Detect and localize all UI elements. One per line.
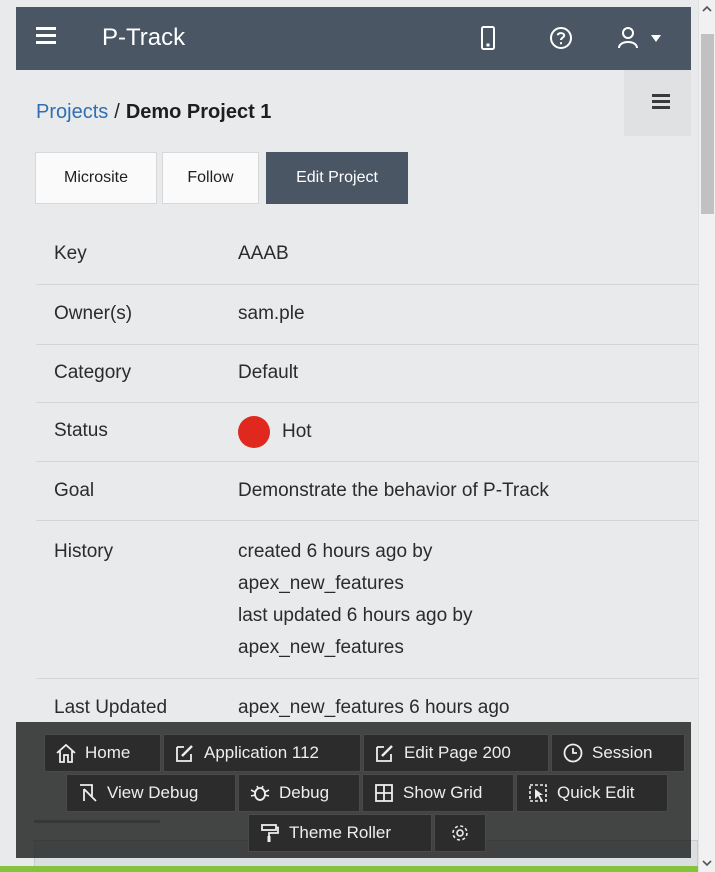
detail-row-key: Key AAAB	[36, 224, 698, 285]
dev-session-button[interactable]: Session	[551, 734, 685, 772]
dev-debug-button[interactable]: Debug	[238, 774, 360, 812]
dev-home-label: Home	[85, 743, 131, 762]
history-label: History	[54, 541, 114, 562]
dev-edit-page-label: Edit Page 200	[404, 743, 511, 762]
follow-button[interactable]: Follow	[162, 152, 259, 204]
history-line: created 6 hours ago by	[238, 541, 433, 562]
last-updated-label: Last Updated	[54, 697, 168, 718]
breadcrumb-link-projects[interactable]: Projects	[36, 101, 108, 123]
dev-edit-page-button[interactable]: Edit Page 200	[363, 734, 549, 772]
dev-debug-label: Debug	[279, 783, 330, 802]
home-icon	[56, 743, 76, 763]
vertical-scrollbar[interactable]	[698, 0, 715, 872]
gear-icon	[452, 825, 468, 841]
breadcrumb: Projects / Demo Project 1	[36, 101, 271, 124]
dev-settings-button[interactable]	[434, 814, 486, 852]
dev-theme-roller-label: Theme Roller	[289, 823, 392, 842]
project-details: Key AAAB Owner(s) sam.ple Category Defau…	[36, 224, 698, 739]
dev-show-grid-label: Show Grid	[403, 783, 483, 802]
view-debug-icon	[80, 784, 97, 802]
history-value: created 6 hours ago by apex_new_features…	[238, 536, 473, 664]
dev-application-label: Application 112	[204, 743, 319, 762]
edit-project-button[interactable]: Edit Project	[266, 152, 408, 204]
status-text: Hot	[282, 421, 312, 443]
owner-label: Owner(s)	[54, 303, 133, 324]
dev-home-button[interactable]: Home	[44, 734, 161, 772]
history-line: last updated 6 hours ago by	[238, 605, 473, 626]
dev-quick-edit-button[interactable]: Quick Edit	[516, 774, 668, 812]
edit-app-icon	[176, 745, 193, 762]
quick-edit-icon	[529, 784, 547, 802]
microsite-button[interactable]: Microsite	[35, 152, 157, 204]
detail-row-goal: Goal Demonstrate the behavior of P-Track	[36, 462, 698, 521]
accent-bar	[0, 866, 698, 872]
owner-value: sam.ple	[238, 303, 305, 324]
status-hot-icon	[238, 416, 270, 448]
last-updated-value: apex_new_features 6 hours ago	[238, 697, 510, 718]
dev-show-grid-button[interactable]: Show Grid	[362, 774, 514, 812]
dev-session-label: Session	[592, 743, 653, 762]
help-icon[interactable]	[548, 25, 574, 51]
dev-quick-edit-label: Quick Edit	[557, 783, 635, 802]
mobile-icon[interactable]	[479, 25, 497, 51]
user-icon[interactable]	[617, 25, 663, 51]
scroll-up-icon[interactable]	[699, 0, 715, 18]
developer-toolbar: Home Application 112 Edit Page 200 Sessi…	[16, 722, 691, 858]
scrollbar-thumb[interactable]	[701, 34, 714, 214]
right-panel-toggle[interactable]	[624, 70, 691, 136]
bug-icon	[250, 785, 270, 801]
page-title: Demo Project 1	[125, 101, 272, 123]
clock-icon	[563, 743, 583, 763]
caret-down-icon	[651, 35, 661, 42]
status-label: Status	[54, 420, 108, 441]
detail-row-owner: Owner(s) sam.ple	[36, 285, 698, 345]
dev-view-debug-label: View Debug	[107, 783, 199, 802]
goal-label: Goal	[54, 480, 95, 501]
dev-view-debug-button[interactable]: View Debug	[66, 774, 236, 812]
key-value: AAAB	[238, 243, 289, 264]
scroll-down-icon[interactable]	[699, 854, 715, 872]
category-label: Category	[54, 362, 132, 383]
dev-theme-roller-button[interactable]: Theme Roller	[248, 814, 432, 852]
grid-icon	[375, 784, 393, 802]
category-value: Default	[238, 362, 299, 383]
status-value: Hot	[238, 416, 312, 448]
detail-row-history: History created 6 hours ago by apex_new_…	[36, 521, 698, 679]
detail-row-category: Category Default	[36, 345, 698, 403]
dev-application-button[interactable]: Application 112	[163, 734, 361, 772]
history-line: apex_new_features	[238, 573, 404, 594]
paint-roller-icon	[261, 824, 279, 842]
edit-page-icon	[376, 745, 393, 762]
breadcrumb-separator: /	[114, 101, 120, 123]
app-page: P-Track Projects / Demo Project 1 Microsit…	[0, 0, 698, 872]
detail-row-status: Status Hot	[36, 403, 698, 462]
app-title[interactable]: P-Track	[102, 24, 185, 52]
key-label: Key	[54, 243, 87, 264]
history-line: apex_new_features	[238, 637, 404, 658]
goal-value: Demonstrate the behavior of P-Track	[238, 480, 549, 501]
menu-icon[interactable]	[36, 27, 56, 47]
top-header: P-Track	[16, 7, 691, 70]
